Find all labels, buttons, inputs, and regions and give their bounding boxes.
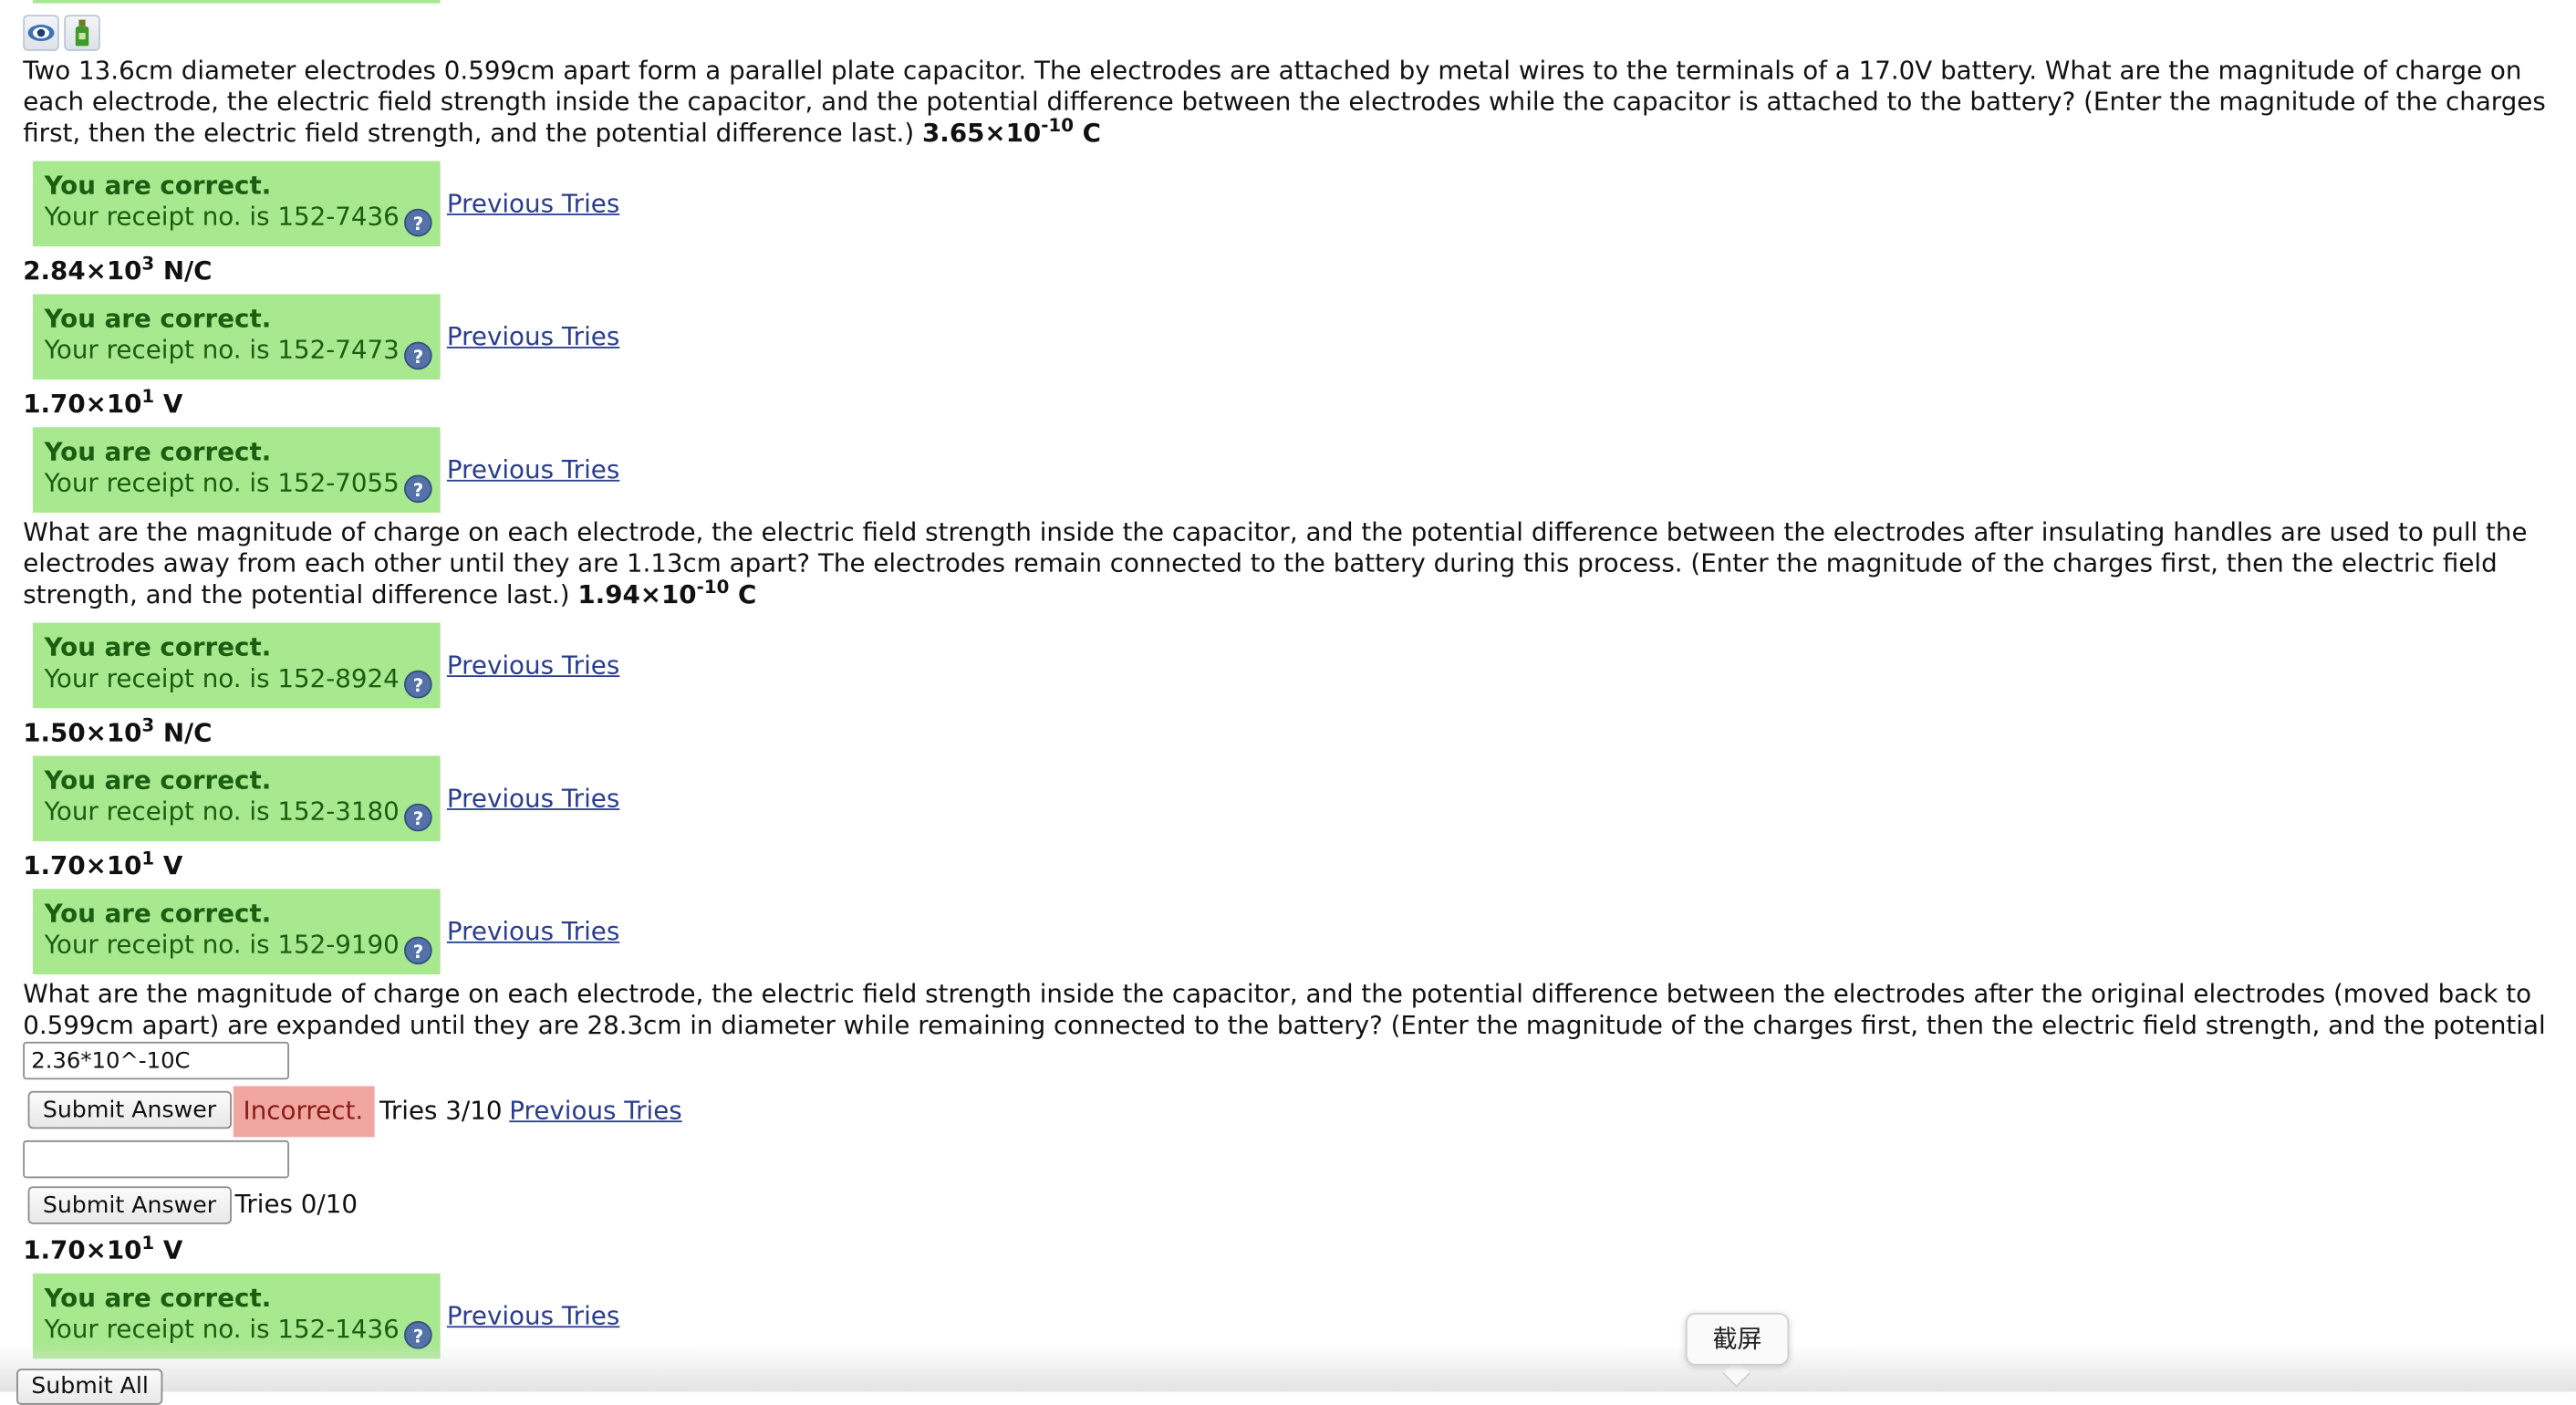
previous-tries-link[interactable]: Previous Tries — [447, 322, 619, 353]
bottle-icon[interactable] — [64, 15, 100, 51]
tries-counter: Tries 0/10 — [234, 1189, 358, 1220]
answer-input-charge[interactable] — [23, 1041, 289, 1080]
feedback-correct: You are correct. Your receipt no. is 152… — [33, 622, 441, 709]
eye-icon[interactable] — [23, 15, 59, 51]
previous-tries-link[interactable]: Previous Tries — [509, 1096, 681, 1127]
help-icon[interactable]: ? — [404, 803, 432, 832]
help-icon[interactable]: ? — [404, 474, 432, 504]
answer-3c-value: 1.70×101 V — [23, 1232, 183, 1265]
answer-input-field-strength[interactable] — [23, 1140, 289, 1179]
previous-tries-link[interactable]: Previous Tries — [447, 189, 619, 220]
question-3-text: What are the magnitude of charge on each… — [23, 979, 2546, 1071]
page: Two 13.6cm diameter electrodes 0.599cm a… — [0, 0, 2576, 1405]
submit-answer-button[interactable]: Submit Answer — [27, 1186, 232, 1224]
question-1-text: Two 13.6cm diameter electrodes 0.599cm a… — [23, 56, 2546, 149]
answer-2a-value: 1.94×10-10 C — [577, 577, 757, 610]
feedback-correct: You are correct. Your receipt no. is 152… — [33, 294, 441, 380]
feedback-correct: You are correct. Your receipt no. is 152… — [33, 427, 441, 513]
help-icon[interactable]: ? — [404, 670, 432, 699]
previous-tries-link[interactable]: Previous Tries — [447, 650, 619, 682]
previous-tries-link[interactable]: Previous Tries — [447, 917, 619, 948]
help-icon[interactable]: ? — [404, 341, 432, 370]
feedback-correct: You are correct. Your receipt no. is 152… — [33, 161, 441, 247]
answer-2c-value: 1.70×101 V — [23, 848, 183, 881]
submit-all-button[interactable]: Submit All — [16, 1369, 164, 1405]
answer-2b-value: 1.50×103 N/C — [23, 714, 213, 748]
feedback-correct: You are correct. Your receipt no. is 152… — [33, 755, 441, 842]
previous-tries-link[interactable]: Previous Tries — [447, 784, 619, 815]
previous-feedback-bar — [33, 0, 441, 4]
previous-tries-link[interactable]: Previous Tries — [447, 455, 619, 486]
previous-tries-link[interactable]: Previous Tries — [447, 1301, 619, 1332]
screenshot-tooltip[interactable]: 截屏 — [1685, 1312, 1790, 1366]
help-icon[interactable]: ? — [404, 936, 432, 965]
toolbar — [23, 15, 100, 51]
tries-counter: Tries 3/10 — [379, 1096, 503, 1126]
feedback-incorrect: Incorrect. — [233, 1086, 375, 1138]
feedback-correct: You are correct. Your receipt no. is 152… — [33, 889, 441, 974]
bottom-shadow — [0, 1344, 2576, 1392]
answer-1a-value: 3.65×10-10 C — [922, 115, 1102, 149]
help-icon[interactable]: ? — [404, 208, 432, 237]
submit-answer-button[interactable]: Submit Answer — [27, 1090, 232, 1129]
answer-1b-value: 2.84×103 N/C — [23, 253, 213, 286]
question-2-text: What are the magnitude of charge on each… — [23, 517, 2528, 610]
answer-1c-value: 1.70×101 V — [23, 386, 183, 420]
